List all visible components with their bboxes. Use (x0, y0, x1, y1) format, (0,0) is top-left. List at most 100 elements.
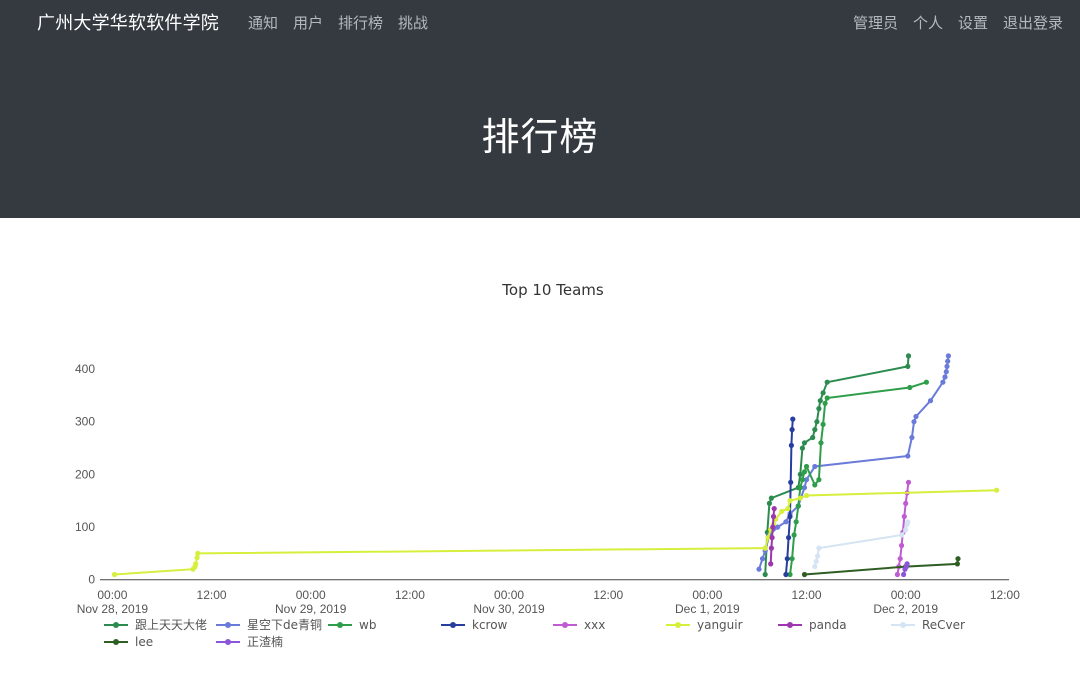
data-point (791, 532, 797, 538)
series-7 (812, 519, 911, 570)
data-point (769, 535, 775, 541)
series-layer (111, 353, 1000, 578)
data-point (927, 398, 934, 404)
nav-link-challenges[interactable]: 挑战 (398, 12, 428, 33)
data-point (904, 561, 910, 567)
data-point (814, 419, 820, 425)
nav-link-users[interactable]: 用户 (293, 12, 323, 33)
x-axis: 00:00Nov 28, 201912:00 00:00Nov 29, 20191… (77, 579, 1020, 616)
data-point (897, 556, 903, 562)
data-point (771, 506, 777, 512)
nav-link-notices[interactable]: 通知 (248, 12, 278, 33)
data-point (824, 395, 830, 401)
legend-item[interactable]: yanguir (666, 618, 743, 632)
legend-marker (900, 622, 906, 628)
nav-link-scoreboard[interactable]: 排行榜 (338, 12, 383, 33)
data-point (905, 353, 912, 359)
legend-item[interactable]: wb (328, 618, 376, 632)
legend-item[interactable]: 正渣楠 (216, 634, 283, 649)
data-point (812, 463, 818, 470)
data-point (943, 369, 949, 375)
x-tick-label: 00:00 (296, 588, 326, 602)
legend-label: kcrow (472, 618, 508, 632)
top-navbar: 广州大学华软软件学院 通知 用户 排行榜 挑战 管理员 个人 设置 退出登录 (0, 0, 1080, 44)
data-point (762, 545, 768, 551)
legend-item[interactable]: ReCver (891, 618, 965, 632)
data-point (994, 487, 1000, 493)
x-tick-label: 00:00 (891, 588, 921, 602)
legend-item[interactable]: kcrow (441, 618, 508, 632)
data-point (909, 434, 915, 441)
data-point (817, 398, 823, 404)
data-point (813, 558, 819, 564)
brand-title[interactable]: 广州大学华软软件学院 (37, 9, 219, 35)
x-tick-date-label: Nov 30, 2019 (473, 602, 545, 616)
data-point (803, 463, 810, 470)
data-point (905, 453, 911, 459)
x-tick-label: 12:00 (395, 588, 425, 602)
data-point (907, 384, 913, 391)
data-point (788, 442, 795, 448)
x-tick-label: 12:00 (990, 588, 1020, 602)
legend-marker (450, 622, 456, 628)
series-line (114, 489, 997, 576)
x-tick-label: 12:00 (792, 588, 822, 602)
data-point (799, 477, 806, 483)
data-point (801, 469, 808, 475)
data-point (905, 363, 911, 369)
nav-right-menu: 管理员 个人 设置 退出登录 (853, 12, 1063, 33)
chart-title: Top 10 Teams (501, 281, 604, 299)
nav-link-settings[interactable]: 设置 (958, 12, 988, 33)
x-tick-date-label: Dec 2, 2019 (873, 602, 938, 616)
data-point (801, 571, 808, 578)
data-point (799, 445, 806, 451)
nav-link-logout[interactable]: 退出登录 (1003, 12, 1063, 33)
data-point (911, 419, 917, 425)
x-tick-date-label: Nov 28, 2019 (77, 602, 149, 616)
nav-link-profile[interactable]: 个人 (913, 12, 943, 33)
data-point (768, 495, 775, 501)
scoreboard-chart: Top 10 Teams 0100200300400 00:00 Nov 28, … (75, 281, 1020, 649)
data-point (756, 566, 762, 572)
data-point (824, 379, 830, 385)
legend-label: panda (809, 618, 847, 632)
series-line (804, 558, 959, 576)
legend-item[interactable]: panda (778, 618, 847, 632)
data-point (820, 421, 826, 427)
data-point (905, 519, 911, 525)
data-point (901, 513, 907, 520)
data-point (783, 519, 789, 525)
data-point (759, 556, 766, 562)
x-tick-label: 12:00 (593, 588, 623, 602)
y-axis: 0 100 200 300 400 (75, 362, 95, 587)
data-point (903, 500, 909, 506)
legend-label: lee (135, 635, 153, 649)
data-point (942, 374, 948, 380)
data-point (923, 379, 930, 385)
legend-item[interactable]: lee (104, 635, 153, 649)
legend-label: 星空下de青铜 (247, 617, 322, 632)
data-point (818, 440, 824, 446)
y-tick-label: 400 (75, 362, 95, 376)
data-point (903, 527, 909, 533)
data-point (797, 485, 803, 491)
data-point (822, 400, 828, 406)
data-point (801, 440, 808, 446)
legend-item[interactable]: 跟上天天大佬 (104, 618, 207, 632)
page-header-banner: 排行榜 (0, 44, 1080, 218)
data-point (816, 477, 822, 483)
y-tick-label: 100 (75, 520, 95, 534)
data-point (793, 519, 799, 525)
legend-item[interactable]: 星空下de青铜 (216, 617, 322, 632)
data-point (820, 390, 826, 396)
x-tick-label: 00:00 (494, 588, 524, 602)
data-point (901, 571, 907, 578)
data-point (812, 564, 818, 570)
legend-marker (562, 622, 568, 628)
x-tick-date-label: Nov 29, 2019 (275, 602, 347, 616)
data-point (810, 434, 816, 441)
series-1 (756, 353, 952, 572)
legend-item[interactable]: xxx (553, 618, 605, 632)
nav-link-admin[interactable]: 管理员 (853, 12, 898, 33)
data-point (954, 561, 961, 567)
